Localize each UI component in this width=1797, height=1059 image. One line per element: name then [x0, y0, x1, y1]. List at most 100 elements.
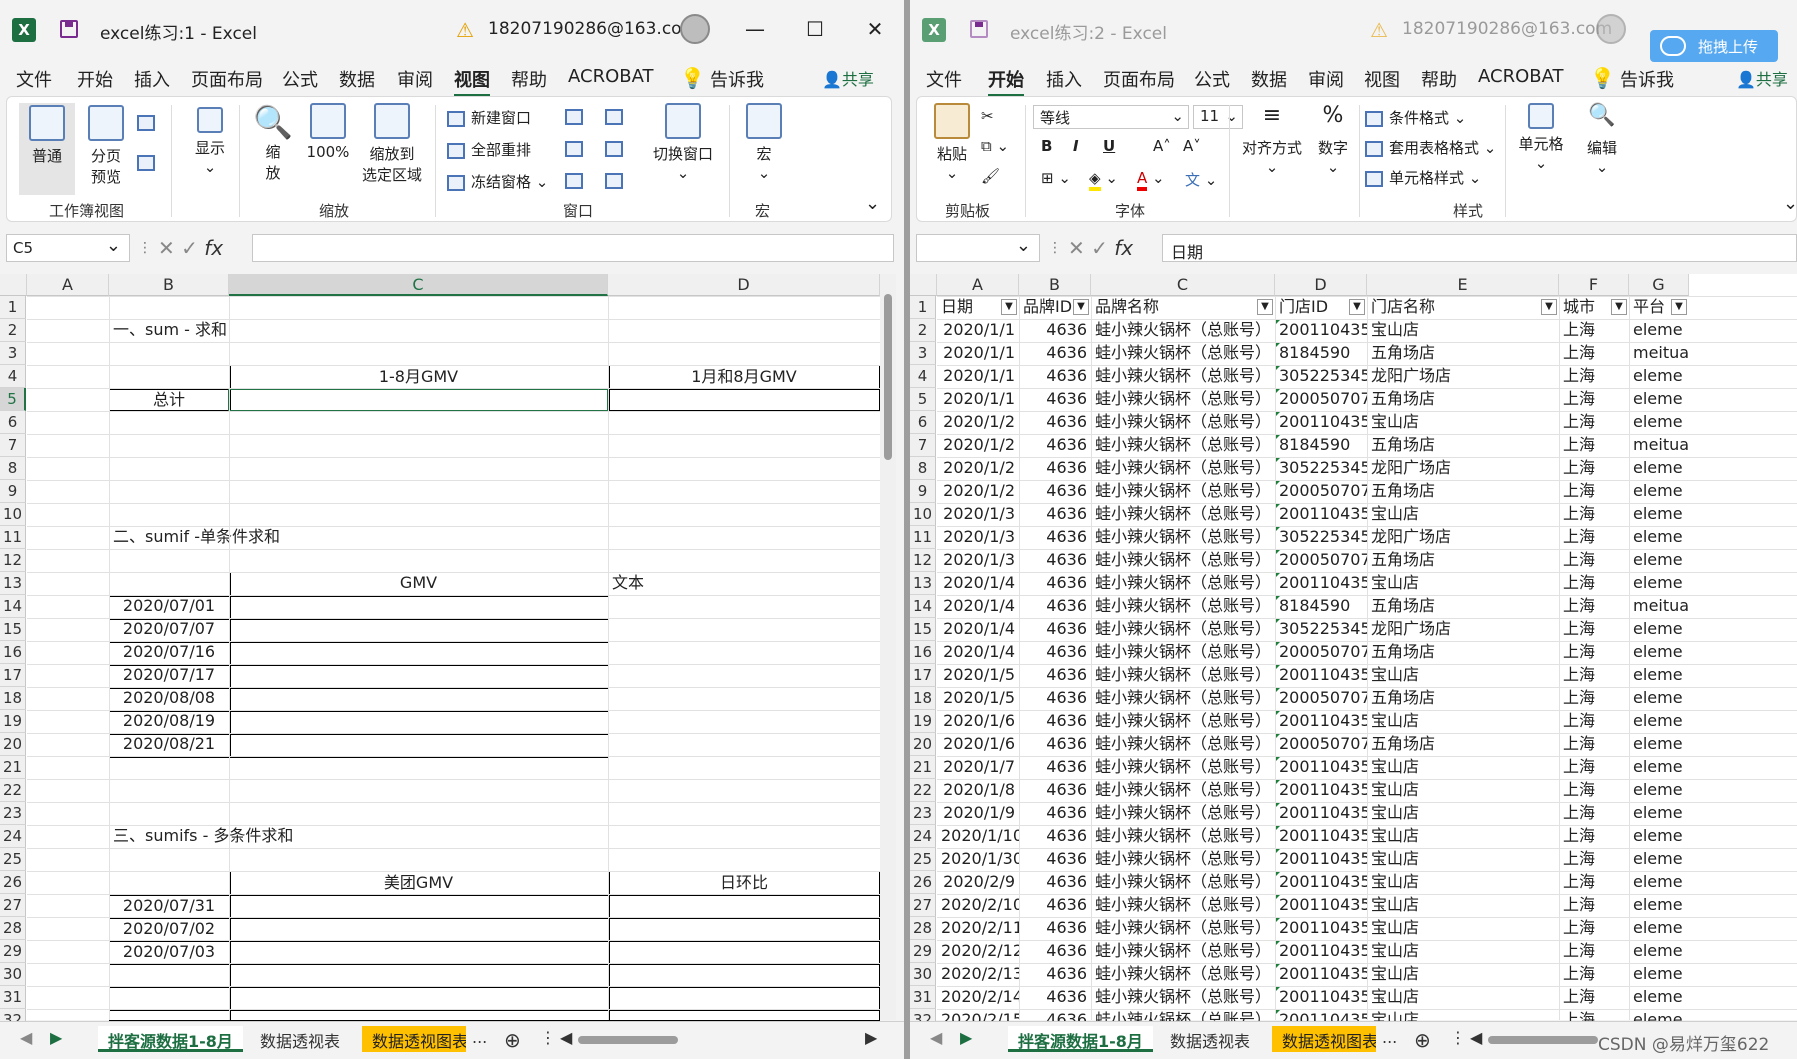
tab-review[interactable]: 审阅	[1308, 66, 1344, 92]
row-header-2[interactable]: 2	[0, 319, 26, 342]
filter-dropdown-icon[interactable]: ▼	[1257, 299, 1273, 315]
data-cell[interactable]: 2001104355	[1275, 664, 1367, 687]
data-cell[interactable]: 305225345	[1275, 457, 1367, 480]
name-box[interactable]: C5	[6, 234, 130, 262]
increase-font-icon[interactable]: A˄	[1153, 137, 1171, 155]
font-size-select[interactable]: 11 ⌄	[1193, 105, 1243, 129]
row-header-7[interactable]: 7	[0, 434, 26, 457]
data-cell[interactable]: eleme	[1629, 319, 1689, 342]
table-header-cell[interactable]: 日期 ▼	[937, 296, 1019, 319]
data-cell[interactable]: 4636	[1019, 503, 1091, 526]
data-cell[interactable]: 2020/1/2	[937, 411, 1019, 434]
data-cell[interactable]: 2020/1/3	[937, 549, 1019, 572]
data-cell[interactable]: 上海	[1559, 779, 1629, 802]
sheet-tab-source[interactable]: 拌客源数据1-8月	[98, 1026, 243, 1052]
data-cell[interactable]: eleme	[1629, 664, 1689, 687]
data-cell[interactable]: 蛙小辣火锅杯（总账号）	[1091, 503, 1275, 526]
data-cell[interactable]: 4636	[1019, 664, 1091, 687]
data-cell[interactable]: 宝山店	[1367, 756, 1559, 779]
row-header-8[interactable]: 8	[0, 457, 26, 480]
row-header-20[interactable]: 20	[0, 733, 26, 756]
data-cell[interactable]: 五角场店	[1367, 480, 1559, 503]
row-header-4[interactable]: 4	[910, 365, 936, 388]
data-cell[interactable]: eleme	[1629, 457, 1689, 480]
data-cell[interactable]: 宝山店	[1367, 572, 1559, 595]
data-cell[interactable]: 2000507076	[1275, 549, 1367, 572]
sheet-tab-pivot-chart[interactable]: 数据透视图表	[362, 1026, 466, 1052]
data-cell[interactable]: 龙阳广场店	[1367, 457, 1559, 480]
row-header-25[interactable]: 25	[0, 848, 26, 871]
data-cell[interactable]: 2020/2/14	[937, 986, 1019, 1009]
cell-b27[interactable]: 三、sumifs - 多条件求和	[109, 825, 297, 848]
data-cell[interactable]: 五角场店	[1367, 641, 1559, 664]
data-cell[interactable]: eleme	[1629, 802, 1689, 825]
data-cell[interactable]: eleme	[1629, 940, 1689, 963]
save-icon[interactable]	[970, 20, 988, 38]
cell-c14[interactable]: GMV	[229, 572, 608, 595]
page-break-preview-button[interactable]: 分页 预览	[81, 105, 131, 187]
data-cell[interactable]: 2020/2/11	[937, 917, 1019, 940]
filter-dropdown-icon[interactable]: ▼	[1611, 299, 1627, 315]
data-cell[interactable]: 2020/1/4	[937, 641, 1019, 664]
data-cell[interactable]: 305225345	[1275, 365, 1367, 388]
font-color-icon[interactable]: A ⌄	[1137, 169, 1165, 191]
data-cell[interactable]: 2000507076	[1275, 480, 1367, 503]
data-cell[interactable]: 上海	[1559, 641, 1629, 664]
cell-d4[interactable]: 1月和8月GMV	[608, 366, 880, 389]
row-header-21[interactable]: 21	[910, 756, 936, 779]
data-cell[interactable]: 2001104355	[1275, 411, 1367, 434]
date-cell[interactable]: 2020/08/19	[109, 710, 229, 733]
formula-input[interactable]: 日期	[1162, 234, 1797, 262]
data-cell[interactable]: 2020/1/9	[937, 802, 1019, 825]
data-cell[interactable]: 2001104355	[1275, 503, 1367, 526]
cell-c4[interactable]: 1-8月GMV	[229, 366, 608, 389]
data-cell[interactable]: 2020/1/2	[937, 480, 1019, 503]
row-header-11[interactable]: 11	[910, 526, 936, 549]
data-cell[interactable]: 2001104355	[1275, 940, 1367, 963]
data-cell[interactable]: eleme	[1629, 549, 1689, 572]
data-cell[interactable]: 4636	[1019, 687, 1091, 710]
column-header-d[interactable]: D	[608, 274, 880, 296]
data-cell[interactable]: meituan	[1629, 434, 1689, 457]
maximize-button[interactable]: ☐	[800, 14, 830, 44]
format-as-table-button[interactable]: 套用表格格式 ⌄	[1365, 137, 1496, 158]
data-cell[interactable]: 蛙小辣火锅杯（总账号）	[1091, 641, 1275, 664]
data-cell[interactable]: 五角场店	[1367, 342, 1559, 365]
row-header-11[interactable]: 11	[0, 526, 26, 549]
data-cell[interactable]: 2020/1/6	[937, 710, 1019, 733]
data-cell[interactable]: 蛙小辣火锅杯（总账号）	[1091, 733, 1275, 756]
row-header-6[interactable]: 6	[0, 411, 26, 434]
prev-sheet-icon[interactable]: ◀	[10, 1026, 42, 1052]
data-cell[interactable]: 2020/1/4	[937, 572, 1019, 595]
enter-icon[interactable]: ✓	[1091, 236, 1108, 260]
data-cell[interactable]: 2001104355	[1275, 756, 1367, 779]
data-cell[interactable]: 2020/1/2	[937, 457, 1019, 480]
table-header-cell[interactable]: 品牌名称 ▼	[1091, 296, 1275, 319]
tab-insert[interactable]: 插入	[1046, 66, 1082, 92]
data-cell[interactable]: 蛙小辣火锅杯（总账号）	[1091, 411, 1275, 434]
data-cell[interactable]: 龙阳广场店	[1367, 526, 1559, 549]
data-cell[interactable]: 宝山店	[1367, 986, 1559, 1009]
data-cell[interactable]: 五角场店	[1367, 595, 1559, 618]
column-header-g[interactable]: G	[1629, 274, 1689, 296]
data-cell[interactable]: 宝山店	[1367, 802, 1559, 825]
paste-button[interactable]: 粘贴 ⌄	[929, 103, 975, 182]
select-all-corner[interactable]	[910, 274, 937, 296]
reset-position-button[interactable]	[605, 171, 629, 189]
fx-icon[interactable]: fx	[1114, 236, 1133, 260]
name-box[interactable]	[916, 234, 1040, 262]
number-button[interactable]: % 数字 ⌄	[1313, 103, 1353, 176]
data-cell[interactable]: 4636	[1019, 572, 1091, 595]
data-cell[interactable]: 蛙小辣火锅杯（总账号）	[1091, 457, 1275, 480]
next-sheet-icon[interactable]: ▶	[950, 1026, 982, 1052]
cell-c29[interactable]: 美团GMV	[229, 872, 608, 895]
data-cell[interactable]: 2020/1/5	[937, 687, 1019, 710]
data-cell[interactable]: 2020/1/6	[937, 733, 1019, 756]
row-header-9[interactable]: 9	[910, 480, 936, 503]
hide-button[interactable]	[565, 139, 589, 157]
border-icon[interactable]: ⊞ ⌄	[1041, 169, 1071, 187]
data-cell[interactable]: eleme	[1629, 526, 1689, 549]
row-header-26[interactable]: 26	[910, 871, 936, 894]
data-cell[interactable]: 2001104355	[1275, 917, 1367, 940]
row-header-12[interactable]: 12	[0, 549, 26, 572]
